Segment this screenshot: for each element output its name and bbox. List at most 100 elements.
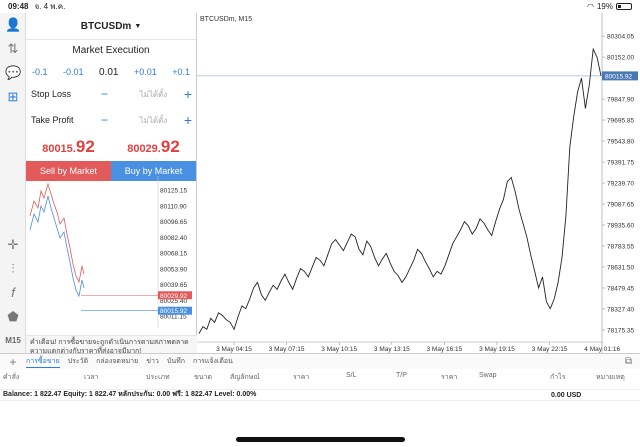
- y-tick-label: 79239.70: [607, 181, 634, 188]
- balance-row: Balance: 1 822.47 Equity: 1 822.47 หลักป…: [0, 389, 640, 401]
- take-profit-label: Take Profit: [31, 115, 74, 125]
- y-tick-label: 78783.55: [607, 244, 634, 251]
- volume-minus-01[interactable]: -0.1: [32, 67, 48, 77]
- mini-axis-label: 80096.65: [160, 219, 187, 226]
- objects-icon[interactable]: ⬟: [5, 309, 21, 325]
- y-tick-label: 79847.90: [607, 97, 634, 104]
- take-profit-input[interactable]: ไม่ได้ตั้ง: [123, 114, 184, 127]
- chat-icon[interactable]: 💬: [5, 65, 21, 81]
- price-series-line: [198, 47, 602, 334]
- timeframe-button[interactable]: M15: [3, 333, 23, 349]
- tab-mailbox[interactable]: กล่องจดหมาย: [96, 356, 138, 367]
- tab-trade[interactable]: การซื้อขาย: [26, 356, 60, 368]
- y-tick-label: 80152.00: [607, 55, 634, 62]
- x-tick-label: 3 May 10:15: [321, 346, 357, 353]
- crosshair-icon[interactable]: ✛: [5, 237, 21, 253]
- tab-history[interactable]: ประวัติ: [68, 356, 88, 367]
- col-tp: T/P: [396, 372, 407, 379]
- mini-ask-series: [29, 182, 85, 284]
- wifi-icon: ◠: [587, 2, 594, 11]
- chart-title: BTCUSDm, M15: [200, 16, 252, 23]
- left-toolbar: 👤 ⇅ 💬 ⊞ ✛ ⫶ f ⬟ M15: [0, 13, 26, 353]
- order-panel: BTCUSDm ▼ Market Execution -0.1 -0.01 0.…: [26, 13, 197, 359]
- total-profit: 0.00 USD: [551, 392, 582, 399]
- status-bar: 09:48 จ. 4 พ.ค. ◠ 19%: [0, 0, 640, 13]
- volume-input[interactable]: 0.01: [99, 67, 118, 78]
- mini-axis-label: 80082.40: [160, 235, 187, 242]
- volume-plus-01[interactable]: +0.1: [172, 67, 190, 77]
- mini-axis-label: 80068.15: [160, 251, 187, 258]
- balance-text: Balance: 1 822.47 Equity: 1 822.47 หลักป…: [3, 391, 257, 398]
- col-profit: กำไร: [550, 374, 566, 381]
- sl-minus-button[interactable]: −: [101, 87, 123, 101]
- battery-percent: 19%: [596, 2, 613, 11]
- new-order-icon[interactable]: ⊞: [5, 89, 21, 105]
- col-price2: ราคา: [441, 374, 458, 381]
- battery-icon: [616, 3, 632, 10]
- y-tick-label: 78479.45: [607, 285, 634, 292]
- col-size: ขนาด: [194, 374, 213, 381]
- x-tick-label: 3 May 19:15: [479, 346, 515, 353]
- mini-bid-label: 80015.92: [160, 308, 187, 315]
- price-chart[interactable]: BTCUSDm, M15 80304.05 80152.00 79847.90 7969…: [197, 13, 640, 353]
- stop-loss-label: Stop Loss: [31, 89, 72, 99]
- terminal-tabs: + การซื้อขาย ประวัติ กล่องจดหมาย ข่าว บั…: [0, 353, 640, 369]
- mini-axis-label: 80039.65: [160, 282, 187, 289]
- symbol-name: BTCUSDm: [80, 20, 132, 32]
- execution-type[interactable]: Market Execution: [26, 45, 196, 59]
- stop-loss-input[interactable]: ไม่ได้ตั้ง: [123, 88, 184, 101]
- y-tick-label: 79391.75: [607, 160, 634, 167]
- add-icon[interactable]: +: [0, 355, 26, 369]
- stop-loss-row: Stop Loss − ไม่ได้ตั้ง +: [26, 83, 196, 105]
- sl-plus-button[interactable]: +: [184, 86, 192, 102]
- col-comment: หมายเหตุ: [596, 374, 625, 381]
- volume-plus-001[interactable]: +0.01: [134, 67, 157, 77]
- symbol-selector[interactable]: BTCUSDm ▼: [26, 13, 196, 40]
- tick-chart: 80125.15 80110.90 80096.65 80082.40 80068.15…: [29, 176, 192, 328]
- x-tick-label: 3 May 22:15: [532, 346, 568, 353]
- mini-ask-label: 80029.92: [160, 293, 187, 300]
- y-tick-label: 78327.40: [607, 306, 634, 313]
- buy-price: 80029.92: [127, 137, 180, 156]
- x-tick-label: 3 May 16:15: [427, 346, 463, 353]
- x-tick-label: 3 May 07:15: [269, 346, 305, 353]
- y-tick-label: 79087.65: [607, 202, 634, 209]
- volume-row: -0.1 -0.01 0.01 +0.01 +0.1: [26, 65, 196, 79]
- function-icon[interactable]: f: [5, 285, 21, 301]
- col-type: ประเภท: [146, 374, 170, 381]
- indicator-icon[interactable]: ⫶: [5, 261, 21, 277]
- take-profit-row: Take Profit − ไม่ได้ตั้ง +: [26, 109, 196, 131]
- col-symbol: สัญลักษณ์: [230, 374, 260, 381]
- mini-axis-label: 80125.15: [160, 188, 187, 195]
- price-row: 80015.92 80029.92: [26, 137, 196, 161]
- volume-minus-001[interactable]: -0.01: [63, 67, 84, 77]
- y-tick-label: 79695.85: [607, 118, 634, 125]
- x-tick-label: 4 May 01:16: [584, 346, 620, 353]
- y-tick-label: 79543.80: [607, 139, 634, 146]
- col-price: ราคา: [293, 374, 310, 381]
- col-time: เวลา: [84, 374, 99, 381]
- home-indicator[interactable]: [236, 437, 405, 442]
- status-time: 09:48: [8, 2, 29, 11]
- trade-icon[interactable]: ⇅: [5, 41, 21, 57]
- status-date: จ. 4 พ.ค.: [34, 2, 66, 11]
- user-icon[interactable]: 👤: [5, 17, 21, 33]
- y-tick-label: 78935.60: [607, 223, 634, 230]
- sell-price: 80015.92: [42, 137, 95, 156]
- tab-journal[interactable]: บันทึก: [167, 356, 185, 367]
- x-tick-label: 3 May 13:15: [374, 346, 410, 353]
- mini-axis-label: 80053.90: [160, 266, 187, 273]
- current-price-label: 80015.92: [605, 73, 632, 80]
- y-tick-label: 78175.35: [607, 327, 634, 334]
- tab-news[interactable]: ข่าว: [146, 356, 159, 367]
- y-tick-label: 80304.05: [607, 34, 634, 41]
- tab-alerts[interactable]: การแจ้งเตือน: [193, 356, 233, 367]
- x-tick-label: 3 May 04:15: [216, 346, 252, 353]
- tp-plus-button[interactable]: +: [184, 112, 192, 128]
- col-order: คำสั่ง: [3, 374, 20, 381]
- mini-axis-label: 80110.90: [160, 203, 187, 210]
- caret-down-icon: ▼: [134, 22, 142, 30]
- tp-minus-button[interactable]: −: [101, 113, 123, 127]
- expand-icon[interactable]: ⧉: [625, 356, 632, 367]
- col-swap: Swap: [479, 372, 497, 379]
